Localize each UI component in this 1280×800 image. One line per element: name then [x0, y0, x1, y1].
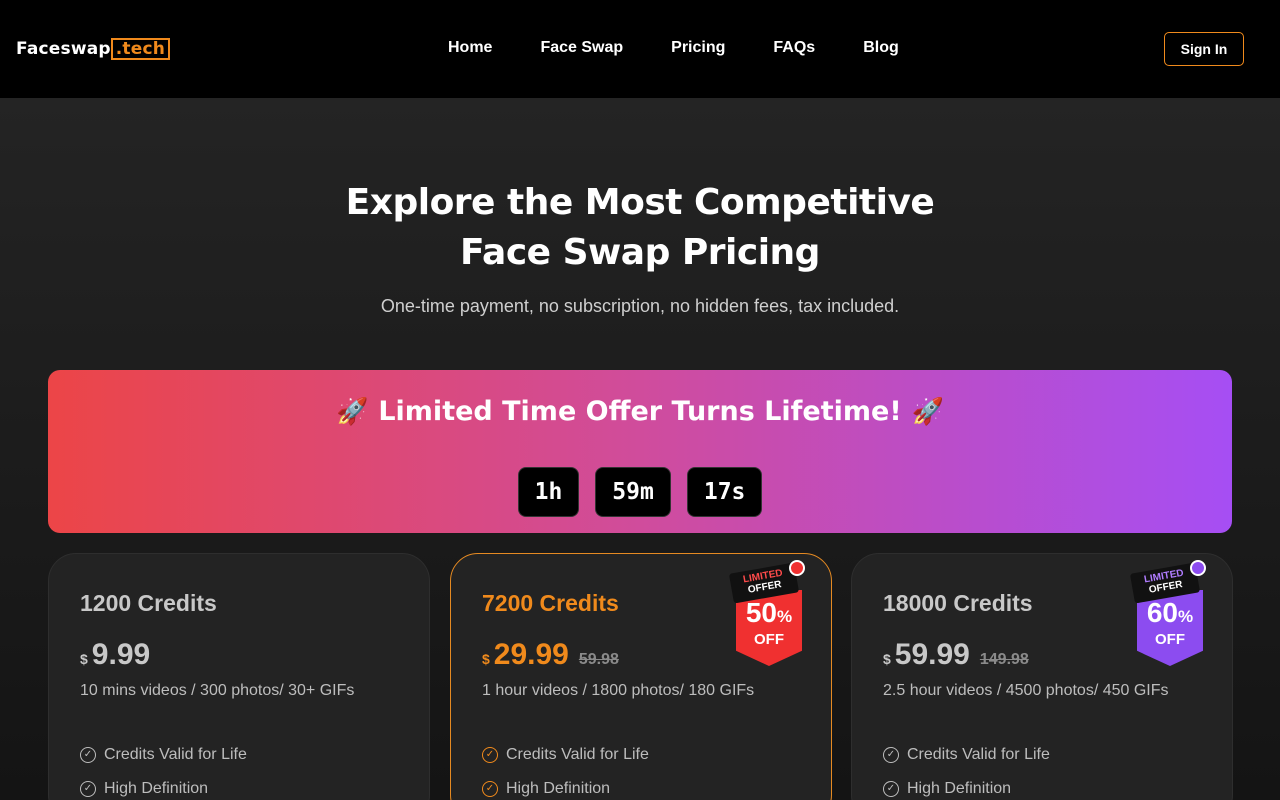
check-circle-icon: ✓ — [883, 747, 899, 763]
plan-original-price: 149.98 — [979, 651, 1029, 668]
feature-item: ✓ Credits Valid for Life — [482, 738, 649, 772]
plan-description: 10 mins videos / 300 photos/ 30+ GIFs — [80, 682, 355, 699]
timer-seconds: 17s — [686, 467, 763, 517]
pricing-card-7200[interactable]: 7200 Credits $ 29.99 59.98 1 hour videos… — [450, 553, 832, 800]
main-nav: Home Face Swap Pricing FAQs Blog — [448, 39, 899, 57]
plan-price-row: $ 9.99 — [80, 638, 150, 672]
feature-label: Credits Valid for Life — [506, 746, 649, 763]
logo-main: Faceswap — [16, 39, 111, 59]
plan-name: 1200 Credits — [80, 590, 217, 616]
plan-price: 9.99 — [91, 638, 151, 671]
feature-label: Credits Valid for Life — [104, 746, 247, 763]
plan-features: ✓ Credits Valid for Life ✓ High Definition — [883, 738, 1050, 800]
discount-value: 60 — [1146, 597, 1179, 628]
page-title: Explore the Most Competitive Face Swap P… — [345, 182, 935, 273]
feature-item: ✓ High Definition — [883, 772, 1050, 800]
site-header: Faceswap .tech Home Face Swap Pricing FAQ… — [0, 0, 1280, 98]
check-circle-icon: ✓ — [883, 781, 899, 797]
feature-item: ✓ Credits Valid for Life — [883, 738, 1050, 772]
feature-label: High Definition — [506, 780, 611, 797]
currency-symbol: $ — [80, 651, 88, 667]
feature-label: High Definition — [104, 780, 209, 797]
plan-price: 29.99 — [493, 638, 569, 671]
timer-minutes: 59m — [595, 467, 671, 517]
timer-hours: 1h — [517, 467, 580, 517]
feature-item: ✓ High Definition — [80, 772, 247, 800]
countdown-timer: 1h 59m 17s — [48, 467, 1232, 517]
percent-sign: % — [1178, 607, 1194, 626]
discount-badge: 60% OFF LIMITED OFFER — [1129, 560, 1208, 670]
discount-percent: 60% — [1147, 598, 1193, 632]
feature-label: Credits Valid for Life — [907, 746, 1050, 763]
feature-item: ✓ High Definition — [482, 772, 649, 800]
nav-faqs[interactable]: FAQs — [773, 39, 815, 57]
pricing-card-18000[interactable]: 18000 Credits $ 59.99 149.98 2.5 hour vi… — [851, 553, 1233, 800]
discount-badge: 50% OFF LIMITED OFFER — [728, 560, 807, 670]
pricing-card-1200[interactable]: 1200 Credits $ 9.99 10 mins videos / 300… — [48, 553, 430, 800]
logo[interactable]: Faceswap .tech — [16, 38, 171, 60]
nav-face-swap[interactable]: Face Swap — [540, 39, 623, 57]
discount-off: OFF — [1155, 631, 1185, 648]
plan-price-row: $ 29.99 59.98 — [482, 638, 619, 672]
rocket-icon: 🚀 — [911, 396, 945, 427]
plan-original-price: 59.98 — [578, 651, 619, 668]
check-circle-icon: ✓ — [80, 781, 96, 797]
currency-symbol: $ — [883, 651, 891, 667]
check-circle-icon: ✓ — [80, 747, 96, 763]
discount-percent: 50% — [746, 598, 792, 632]
plan-description: 1 hour videos / 1800 photos/ 180 GIFs — [482, 682, 755, 699]
clock-icon — [789, 560, 805, 576]
plan-price: 59.99 — [894, 638, 970, 671]
plan-name: 7200 Credits — [482, 590, 619, 616]
clock-icon — [1190, 560, 1206, 576]
check-circle-icon: ✓ — [482, 747, 498, 763]
feature-item: ✓ Credits Valid for Life — [80, 738, 247, 772]
nav-blog[interactable]: Blog — [863, 39, 899, 57]
plan-features: ✓ Credits Valid for Life ✓ High Definition — [482, 738, 649, 800]
plan-price-row: $ 59.99 149.98 — [883, 638, 1029, 672]
percent-sign: % — [777, 607, 793, 626]
plan-description: 2.5 hour videos / 4500 photos/ 450 GIFs — [883, 682, 1169, 699]
offer-title-text: Limited Time Offer Turns Lifetime! — [378, 396, 902, 427]
sign-in-button[interactable]: Sign In — [1164, 32, 1244, 66]
plan-features: ✓ Credits Valid for Life ✓ High Definition — [80, 738, 247, 800]
feature-label: High Definition — [907, 780, 1012, 797]
discount-off: OFF — [754, 631, 784, 648]
check-circle-icon: ✓ — [482, 781, 498, 797]
plan-name: 18000 Credits — [883, 590, 1033, 616]
currency-symbol: $ — [482, 651, 490, 667]
rocket-icon: 🚀 — [335, 396, 369, 427]
offer-title: 🚀 Limited Time Offer Turns Lifetime! 🚀 — [48, 396, 1232, 427]
offer-banner: 🚀 Limited Time Offer Turns Lifetime! 🚀 1… — [48, 370, 1232, 533]
nav-pricing[interactable]: Pricing — [671, 39, 725, 57]
logo-tld: .tech — [110, 38, 171, 60]
page-subtitle: One-time payment, no subscription, no hi… — [380, 296, 900, 316]
nav-home[interactable]: Home — [448, 39, 492, 57]
discount-value: 50 — [745, 597, 778, 628]
